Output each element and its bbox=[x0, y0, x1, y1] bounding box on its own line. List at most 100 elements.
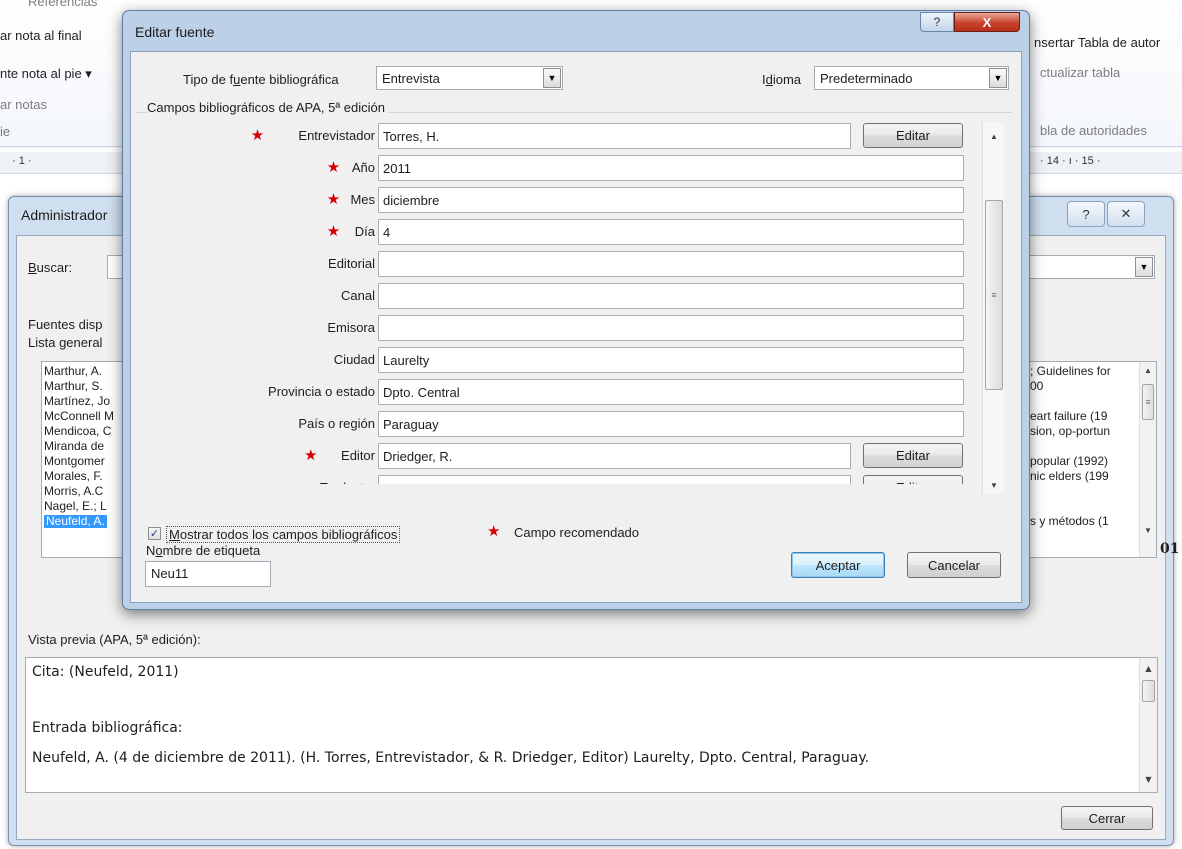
field-input[interactable]: 4 bbox=[378, 219, 964, 245]
field-row: ★ Día 4 bbox=[145, 218, 991, 246]
language-label: Idioma bbox=[762, 72, 802, 87]
edit-field-button[interactable]: Editar bbox=[863, 123, 963, 148]
current-list-item[interactable]: sion, op-portun bbox=[1030, 425, 1110, 438]
field-input[interactable]: Dpto. Central bbox=[378, 379, 964, 405]
field-value: Dpto. Central bbox=[383, 385, 460, 400]
current-list-item[interactable]: eart failure (19 bbox=[1030, 410, 1107, 423]
field-input[interactable]: Paraguay bbox=[378, 411, 964, 437]
tag-name-label: Nombre de etiqueta bbox=[146, 543, 261, 558]
ribbon-show-notes[interactable]: ar notas bbox=[0, 97, 47, 112]
field-input[interactable] bbox=[378, 251, 964, 277]
fields-scrollbar[interactable]: ▲ ≡ ▼ bbox=[982, 122, 1004, 494]
field-row: ★ Entrevistador Torres, H. Editar bbox=[145, 122, 991, 150]
tag-name-input[interactable]: Neu11 bbox=[145, 561, 271, 587]
scroll-thumb[interactable]: ≡ bbox=[1142, 384, 1154, 420]
source-list-item[interactable]: Marthur, A. bbox=[44, 365, 102, 378]
preview-label: Vista previa (APA, 5ª edición): bbox=[28, 632, 201, 647]
ribbon-group-table-of-authorities: bla de autoridades bbox=[1040, 123, 1147, 138]
field-input[interactable]: diciembre bbox=[378, 187, 964, 213]
field-label: Año bbox=[351, 160, 375, 175]
field-row: ★ Editor Driedger, R. Editar bbox=[145, 442, 991, 470]
scroll-down-icon[interactable]: ▼ bbox=[1140, 771, 1157, 788]
help-icon[interactable]: ? bbox=[1067, 201, 1105, 227]
field-input[interactable]: 2011 bbox=[378, 155, 964, 181]
preview-box: Cita: (Neufeld, 2011) Entrada bibliográf… bbox=[25, 657, 1158, 793]
close-button[interactable]: Cerrar bbox=[1061, 806, 1153, 830]
field-input[interactable] bbox=[378, 475, 851, 484]
ribbon-insert-endnote[interactable]: ar nota al final bbox=[0, 28, 82, 43]
field-label: Día bbox=[354, 224, 375, 239]
show-all-fields-label[interactable]: Mostrar todos los campos bibliográficos bbox=[166, 526, 401, 543]
language-select[interactable]: Predeterminado ▼ bbox=[814, 66, 1009, 90]
close-icon[interactable]: ✕ bbox=[1107, 201, 1145, 227]
source-list-item[interactable]: Martínez, Jo bbox=[44, 395, 110, 408]
source-list-item[interactable]: Nagel, E.; L bbox=[44, 500, 107, 513]
current-source-list[interactable]: s y métodos (1 nic elders (199 popular (19… bbox=[1027, 361, 1157, 558]
ribbon-insert-table-of-authorities[interactable]: nsertar Tabla de autor bbox=[1034, 35, 1160, 50]
field-input[interactable]: Torres, H. bbox=[378, 123, 851, 149]
ribbon-group-footnotes: ie bbox=[0, 124, 11, 139]
scroll-up-icon[interactable]: ▲ bbox=[983, 128, 1005, 145]
scroll-thumb[interactable]: ≡ bbox=[985, 200, 1003, 390]
field-input[interactable]: Driedger, R. bbox=[378, 443, 851, 469]
sort-select[interactable]: ▼ bbox=[1027, 255, 1155, 279]
close-icon[interactable]: X bbox=[954, 12, 1020, 32]
required-star-icon: ★ bbox=[250, 127, 265, 144]
bibliographic-fields: ★ Entrevistador Torres, H. Editar ★ Año 2011 ★ M… bbox=[145, 122, 991, 484]
field-input[interactable] bbox=[378, 283, 964, 309]
current-list-item[interactable]: 00 bbox=[1030, 380, 1043, 393]
scroll-down-icon[interactable]: ▼ bbox=[983, 477, 1005, 494]
edit-field-button[interactable]: Editar bbox=[863, 475, 963, 484]
field-label: Traductor bbox=[320, 480, 375, 484]
cancel-button[interactable]: Cancelar bbox=[907, 552, 1001, 578]
source-list-item[interactable]: Morales, F. bbox=[44, 470, 103, 483]
field-label: País o región bbox=[298, 416, 375, 431]
field-input[interactable]: Laurelty bbox=[378, 347, 964, 373]
field-row: País o región Paraguay bbox=[145, 410, 991, 438]
edit-field-button[interactable]: Editar bbox=[863, 443, 963, 468]
tag-name-value: Neu11 bbox=[151, 566, 189, 581]
help-icon[interactable]: ? bbox=[920, 12, 954, 32]
edit-source-dialog: Editar fuente ? X Tipo de fuente bibliog… bbox=[122, 10, 1030, 610]
source-list-item[interactable]: Montgomer bbox=[44, 455, 105, 468]
source-list-item[interactable]: Neufeld, A. bbox=[44, 515, 107, 528]
source-list-item[interactable]: Miranda de bbox=[44, 440, 104, 453]
field-label: Ciudad bbox=[333, 352, 375, 367]
scroll-up-icon[interactable]: ▲ bbox=[1140, 660, 1157, 677]
scroll-thumb[interactable] bbox=[1142, 680, 1155, 702]
required-star-icon: ★ bbox=[326, 159, 341, 176]
field-row: Canal bbox=[145, 282, 991, 310]
field-input[interactable] bbox=[378, 315, 964, 341]
chevron-down-icon[interactable]: ▼ bbox=[1135, 257, 1153, 277]
field-value: 4 bbox=[383, 225, 391, 240]
current-list-scrollbar[interactable]: ▲ ≡ ▼ bbox=[1139, 362, 1156, 557]
ribbon-next-footnote[interactable]: nte nota al pie ▾ bbox=[0, 66, 92, 82]
chevron-down-icon[interactable]: ▼ bbox=[989, 68, 1007, 88]
source-list-item[interactable]: Morris, A.C bbox=[44, 485, 103, 498]
required-star-icon: ★ bbox=[326, 223, 341, 240]
master-list-label: Lista general bbox=[28, 335, 103, 350]
field-row: Provincia o estado Dpto. Central bbox=[145, 378, 991, 406]
edit-source-body: Tipo de fuente bibliográfica Entrevista … bbox=[130, 51, 1022, 603]
field-label: Provincia o estado bbox=[268, 384, 375, 399]
current-list-item[interactable]: popular (1992) bbox=[1030, 455, 1108, 468]
ribbon-references-label: Referencias bbox=[28, 0, 98, 9]
source-type-select[interactable]: Entrevista ▼ bbox=[376, 66, 563, 90]
field-value: Paraguay bbox=[383, 417, 439, 432]
source-list-item[interactable]: Marthur, S. bbox=[44, 380, 103, 393]
current-list-item[interactable]: s y métodos (1 bbox=[1030, 515, 1109, 528]
field-label: Editorial bbox=[328, 256, 375, 271]
show-all-fields-checkbox[interactable]: ✓ bbox=[148, 527, 161, 540]
recommended-star-icon: ★ bbox=[487, 523, 501, 540]
scroll-down-icon[interactable]: ▼ bbox=[1140, 522, 1156, 539]
current-list-item[interactable]: ; Guidelines for bbox=[1030, 365, 1111, 378]
ok-button[interactable]: Aceptar bbox=[791, 552, 885, 578]
source-list-item[interactable]: McConnell M bbox=[44, 410, 114, 423]
fields-scroll-track[interactable]: ▲ ≡ ▼ bbox=[983, 122, 1005, 494]
chevron-down-icon[interactable]: ▼ bbox=[543, 68, 561, 88]
scroll-up-icon[interactable]: ▲ bbox=[1140, 362, 1156, 379]
current-list-item[interactable]: nic elders (199 bbox=[1030, 470, 1109, 483]
ribbon-update-table[interactable]: ctualizar tabla bbox=[1040, 65, 1120, 80]
preview-scrollbar[interactable]: ▲ ▼ bbox=[1139, 658, 1157, 792]
source-list-item[interactable]: Mendicoa, C bbox=[44, 425, 111, 438]
